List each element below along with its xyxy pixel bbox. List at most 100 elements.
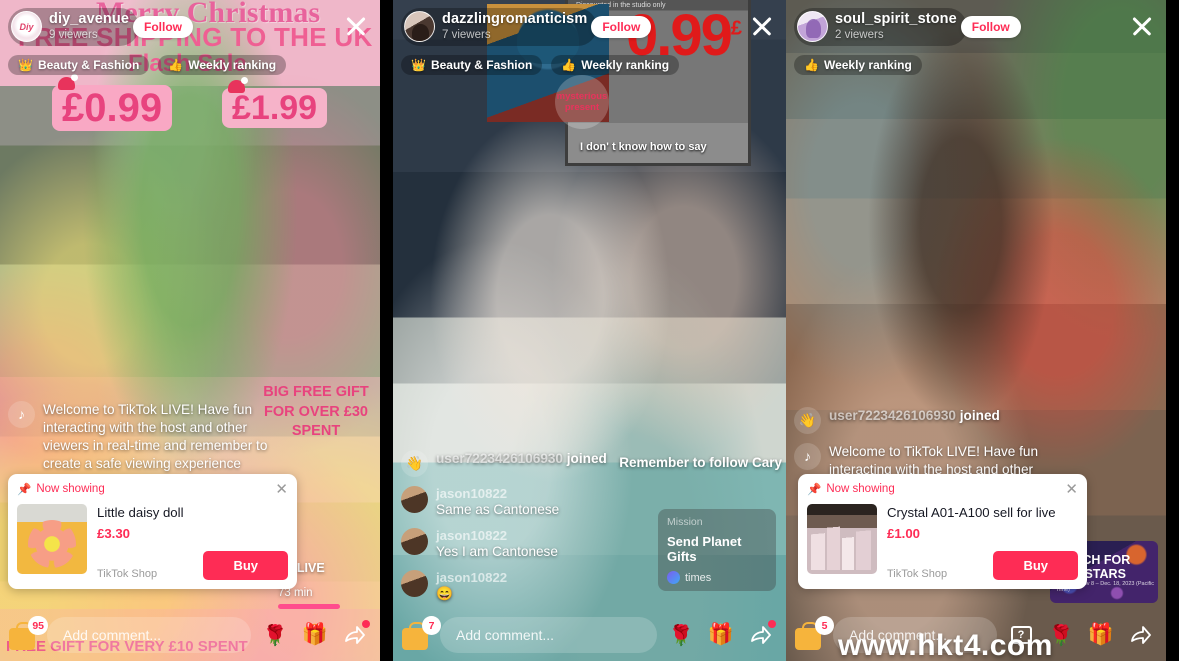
tag-row: 👍 Weekly ranking xyxy=(794,54,1156,75)
now-showing-text: Now showing xyxy=(36,483,105,496)
comment-input[interactable]: Add comment... xyxy=(833,617,997,653)
now-showing-text: Now showing xyxy=(826,483,895,496)
host-row: dazzlingromanticism 7 viewers Follow xyxy=(401,8,776,46)
rose-icon[interactable]: 🌹 xyxy=(665,619,697,651)
notification-dot xyxy=(768,620,776,628)
now-showing-label: 📌 Now showing xyxy=(807,482,895,496)
chat-action: joined xyxy=(566,450,607,466)
thumbs-up-icon: 👍 xyxy=(804,57,819,72)
bottom-bar-3: 5 Add comment... ? 🌹 🎁 www.hkt4.com xyxy=(786,609,1166,661)
rose-icon[interactable]: 🌹 xyxy=(259,619,291,651)
buy-button[interactable]: Buy xyxy=(203,551,288,580)
close-icon[interactable] xyxy=(1128,12,1156,40)
mission-times-label: times xyxy=(685,571,712,584)
thumbs-up-icon: 👍 xyxy=(561,57,577,72)
live-panel-2[interactable]: Discounted in the studio only 0.99£ I do… xyxy=(393,0,786,661)
price-tag-1: £0.99 xyxy=(52,74,173,131)
product-card-header: 📌 Now showing ✕ xyxy=(807,482,1078,497)
product-title: Little daisy doll xyxy=(97,504,184,520)
thumbs-up-icon: 👍 xyxy=(168,57,184,72)
tag-weekly-ranking[interactable]: 👍 Weekly ranking xyxy=(794,54,922,75)
gift-icon[interactable]: 🎁 xyxy=(1085,619,1117,651)
chat-message: ♪ Welcome to TikTok LIVE! Have fun inter… xyxy=(8,400,270,473)
mission-title: Send Planet Gifts xyxy=(667,534,742,564)
host-username: diy_avenue xyxy=(49,11,129,27)
tag-weekly-ranking[interactable]: 👍 Weekly ranking xyxy=(158,54,287,75)
host-info-pill[interactable]: dazzlingromanticism 7 viewers xyxy=(401,8,598,46)
tag-weekly-ranking[interactable]: 👍 Weekly ranking xyxy=(551,54,680,75)
tiktok-note-icon: ♪ xyxy=(8,400,35,428)
shopping-bag-button[interactable]: 7 xyxy=(402,616,441,650)
avatar[interactable] xyxy=(401,527,428,555)
bag-badge: 7 xyxy=(422,616,441,635)
bottom-bar-2: 7 Add comment... 🌹 🎁 xyxy=(393,609,786,661)
close-icon[interactable]: ✕ xyxy=(275,482,288,497)
avatar[interactable] xyxy=(11,11,42,43)
tag-beauty-fashion[interactable]: 👑 Beauty & Fashion xyxy=(401,54,543,75)
host-info-pill[interactable]: soul_spirit_stone 2 viewers xyxy=(794,8,967,46)
chat-text: Yes I am Cantonese xyxy=(436,543,558,559)
chat-text: user7223426106930 joined xyxy=(829,407,1000,425)
close-icon[interactable]: ✕ xyxy=(1065,482,1078,497)
gift-icon[interactable]: 🎁 xyxy=(705,619,737,651)
product-card-1[interactable]: 📌 Now showing ✕ Little daisy doll £3.30 … xyxy=(8,473,297,589)
product-image[interactable] xyxy=(17,503,87,574)
wave-hand-icon: 👋 xyxy=(794,406,821,434)
pin-icon: 📌 xyxy=(17,484,32,497)
viewer-count: 2 viewers xyxy=(835,28,884,41)
follow-button[interactable]: Follow xyxy=(133,15,193,38)
comment-input[interactable]: Add comment... xyxy=(440,617,657,653)
tag-label: Weekly ranking xyxy=(823,57,912,72)
pin-icon: 📌 xyxy=(807,484,822,497)
comment-input[interactable]: Add comment... xyxy=(47,617,251,653)
share-icon[interactable] xyxy=(745,619,777,651)
chat-text: 😄 xyxy=(436,585,453,601)
close-icon[interactable] xyxy=(342,12,370,40)
live-panel-3[interactable]: soul_spirit_stone 2 viewers Follow 👍 Wee… xyxy=(786,0,1166,661)
chat-message: jason10822 Yes I am Cantonese xyxy=(401,527,673,561)
rose-icon[interactable]: 🌹 xyxy=(1045,619,1077,651)
share-icon[interactable] xyxy=(339,619,371,651)
share-icon[interactable] xyxy=(1125,619,1157,651)
follow-button[interactable]: Follow xyxy=(591,15,652,38)
question-bubble-icon[interactable]: ? xyxy=(1005,619,1037,651)
chat-username: jason10822 xyxy=(436,569,508,585)
mission-card[interactable]: Mission Send Planet Gifts times xyxy=(658,509,776,591)
chat-message: 👋 user7223426106930 joined xyxy=(401,449,673,477)
bottom-bar-1: 95 Add comment... 🌹 🎁 xyxy=(0,609,380,661)
follow-button[interactable]: Follow xyxy=(960,15,1021,38)
product-card-3[interactable]: 📌 Now showing ✕ Crystal A01-A100 sell fo… xyxy=(798,473,1087,589)
shopping-bag-button[interactable]: 5 xyxy=(795,616,834,650)
avatar[interactable] xyxy=(401,569,428,597)
bag-badge: 5 xyxy=(815,616,834,635)
panel-1-header: diy_avenue 9 viewers Follow 👑 Beauty & F… xyxy=(0,0,380,75)
now-showing-label: 📌 Now showing xyxy=(17,482,105,496)
close-icon[interactable] xyxy=(748,12,776,40)
wave-hand-icon: 👋 xyxy=(401,449,428,477)
shopping-bag-button[interactable]: 95 xyxy=(9,616,48,650)
live-panel-1[interactable]: Merry Christmas FREE SHIPPING TO THE UK … xyxy=(0,0,380,661)
mysterious-present-badge: mysterious present xyxy=(555,75,609,129)
tag-label: Weekly ranking xyxy=(188,57,277,72)
avatar[interactable] xyxy=(797,11,828,43)
tag-beauty-fashion[interactable]: 👑 Beauty & Fashion xyxy=(8,54,150,75)
bag-badge: 95 xyxy=(28,616,48,635)
host-info-pill[interactable]: diy_avenue 9 viewers xyxy=(8,8,139,46)
host-username: dazzlingromanticism xyxy=(442,11,588,27)
chat-username: user7223426106930 xyxy=(436,450,563,466)
chat-list-1: ♪ Welcome to TikTok LIVE! Have fun inter… xyxy=(8,392,270,473)
frame-subtitle: I don' t know how to say xyxy=(580,141,707,153)
gift-icon[interactable]: 🎁 xyxy=(299,619,331,651)
product-footer: TikTok Shop Buy xyxy=(887,551,1078,580)
product-image[interactable] xyxy=(807,503,877,574)
avatar[interactable] xyxy=(404,11,435,43)
panel-divider xyxy=(380,0,393,661)
tag-row: 👑 Beauty & Fashion 👍 Weekly ranking xyxy=(8,54,370,75)
tag-label: Weekly ranking xyxy=(581,57,670,72)
host-row: diy_avenue 9 viewers Follow xyxy=(8,8,370,46)
shop-label: TikTok Shop xyxy=(887,568,948,580)
avatar[interactable] xyxy=(401,485,428,513)
chat-message: 👋 user7223426106930 joined xyxy=(794,406,1062,434)
buy-button[interactable]: Buy xyxy=(993,551,1078,580)
tag-label: Beauty & Fashion xyxy=(37,57,140,72)
